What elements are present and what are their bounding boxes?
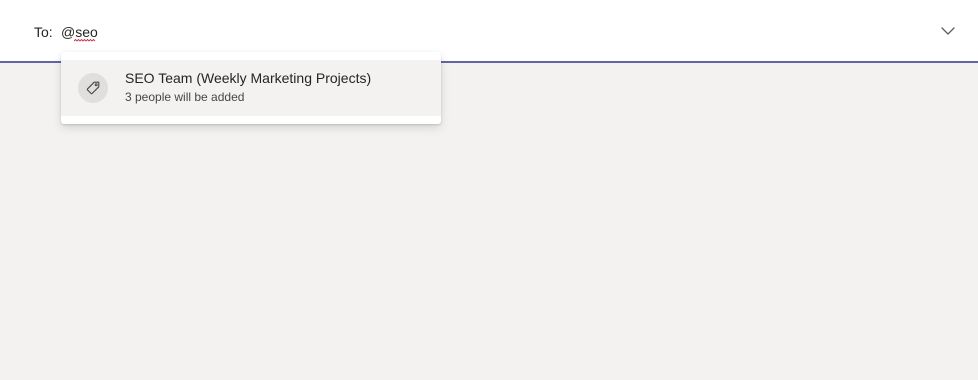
- suggestion-title: SEO Team (Weekly Marketing Projects): [125, 70, 372, 86]
- suggestions-dropdown: SEO Team (Weekly Marketing Projects) 3 p…: [61, 52, 441, 124]
- chevron-down-icon[interactable]: [940, 24, 956, 38]
- to-label: To:: [34, 24, 53, 40]
- suggestion-subtitle: 3 people will be added: [125, 90, 245, 104]
- to-input[interactable]: @seo: [61, 24, 98, 40]
- spellcheck-underline: [74, 39, 96, 42]
- tag-avatar: [78, 73, 108, 103]
- suggestion-item[interactable]: SEO Team (Weekly Marketing Projects) 3 p…: [61, 60, 441, 116]
- tag-icon: [86, 81, 100, 95]
